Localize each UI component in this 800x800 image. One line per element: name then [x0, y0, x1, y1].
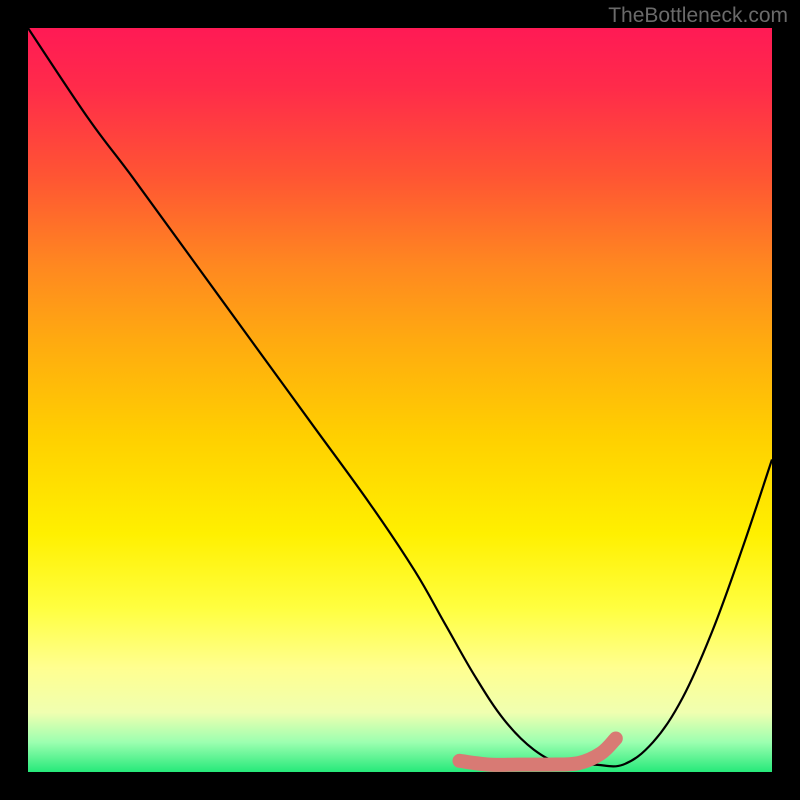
watermark-text: TheBottleneck.com: [608, 4, 788, 28]
black-curve-path: [28, 28, 772, 766]
chart-svg: [28, 28, 772, 772]
chart-plot-area: [28, 28, 772, 772]
